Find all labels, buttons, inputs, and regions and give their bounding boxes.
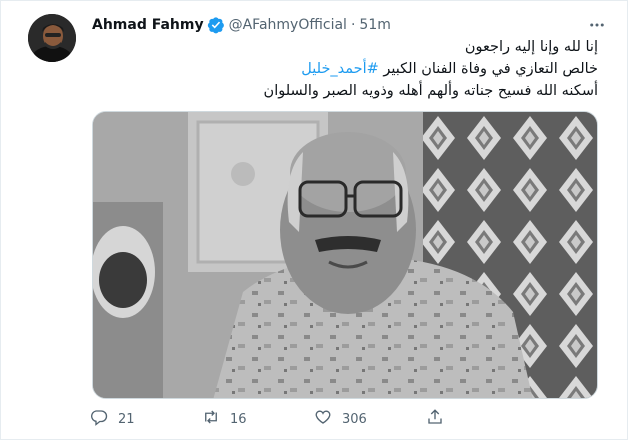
tweet-timestamp[interactable]: 51m [359, 17, 390, 33]
tweet-actions: 21 16 306 [90, 406, 530, 432]
more-dots-icon[interactable] [585, 13, 609, 37]
heart-icon [314, 408, 332, 430]
reply-icon [90, 408, 108, 430]
retweet-count: 16 [230, 411, 247, 427]
avatar[interactable] [28, 14, 76, 62]
reply-count: 21 [118, 411, 135, 427]
tweet-text-line-1: إنا لله وإنا إليه راجعون [464, 39, 598, 55]
retweet-button[interactable]: 16 [202, 408, 314, 430]
like-button[interactable]: 306 [314, 408, 426, 430]
verified-badge-icon [207, 16, 225, 34]
avatar-photo [28, 14, 76, 62]
tweet-media-photo[interactable] [92, 111, 598, 399]
reply-button[interactable]: 21 [90, 408, 202, 430]
tweet-text-line-3: أسكنه الله فسيح جناته وألهم أهله وذويه ا… [263, 83, 598, 99]
tweet-text-line-2-prefix: خالص التعازي في وفاة الفنان الكبير [378, 61, 598, 77]
tweet-header: Ahmad Fahmy @AFahmyOfficial · 51m [92, 15, 391, 35]
separator-dot: · [350, 17, 356, 33]
tweet-text-line-2: خالص التعازي في وفاة الفنان الكبير #أحمد… [92, 61, 598, 77]
author-handle[interactable]: @AFahmyOfficial [229, 17, 347, 33]
hashtag-link[interactable]: #أحمد_خليل [301, 61, 379, 77]
photo-grayscale-portrait [93, 112, 597, 398]
share-icon [426, 408, 444, 430]
retweet-icon [202, 408, 220, 430]
like-count: 306 [342, 411, 367, 427]
author-name[interactable]: Ahmad Fahmy [92, 17, 204, 33]
tweet-card[interactable]: Ahmad Fahmy @AFahmyOfficial · 51m إنا لل… [0, 0, 628, 440]
share-button[interactable] [426, 408, 486, 430]
